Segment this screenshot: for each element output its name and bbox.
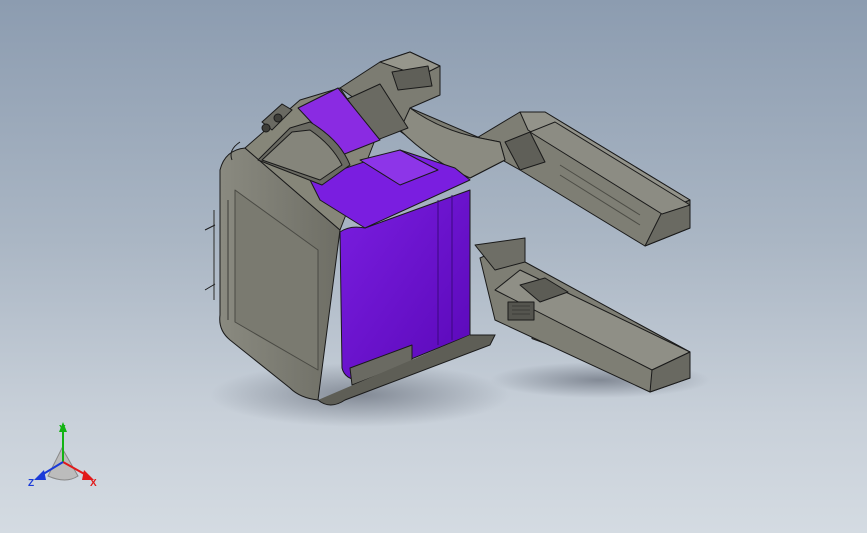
cad-graphics-viewport[interactable]: Y X Z — [0, 0, 867, 533]
z-axis-arrow — [34, 470, 46, 480]
axis-triad[interactable]: Y X Z — [26, 418, 106, 498]
vent-grille-lower — [507, 301, 535, 321]
z-axis-label: Z — [28, 478, 34, 489]
3d-model[interactable] — [0, 0, 867, 533]
y-axis-label: Y — [59, 424, 66, 435]
x-axis-label: X — [90, 478, 97, 489]
